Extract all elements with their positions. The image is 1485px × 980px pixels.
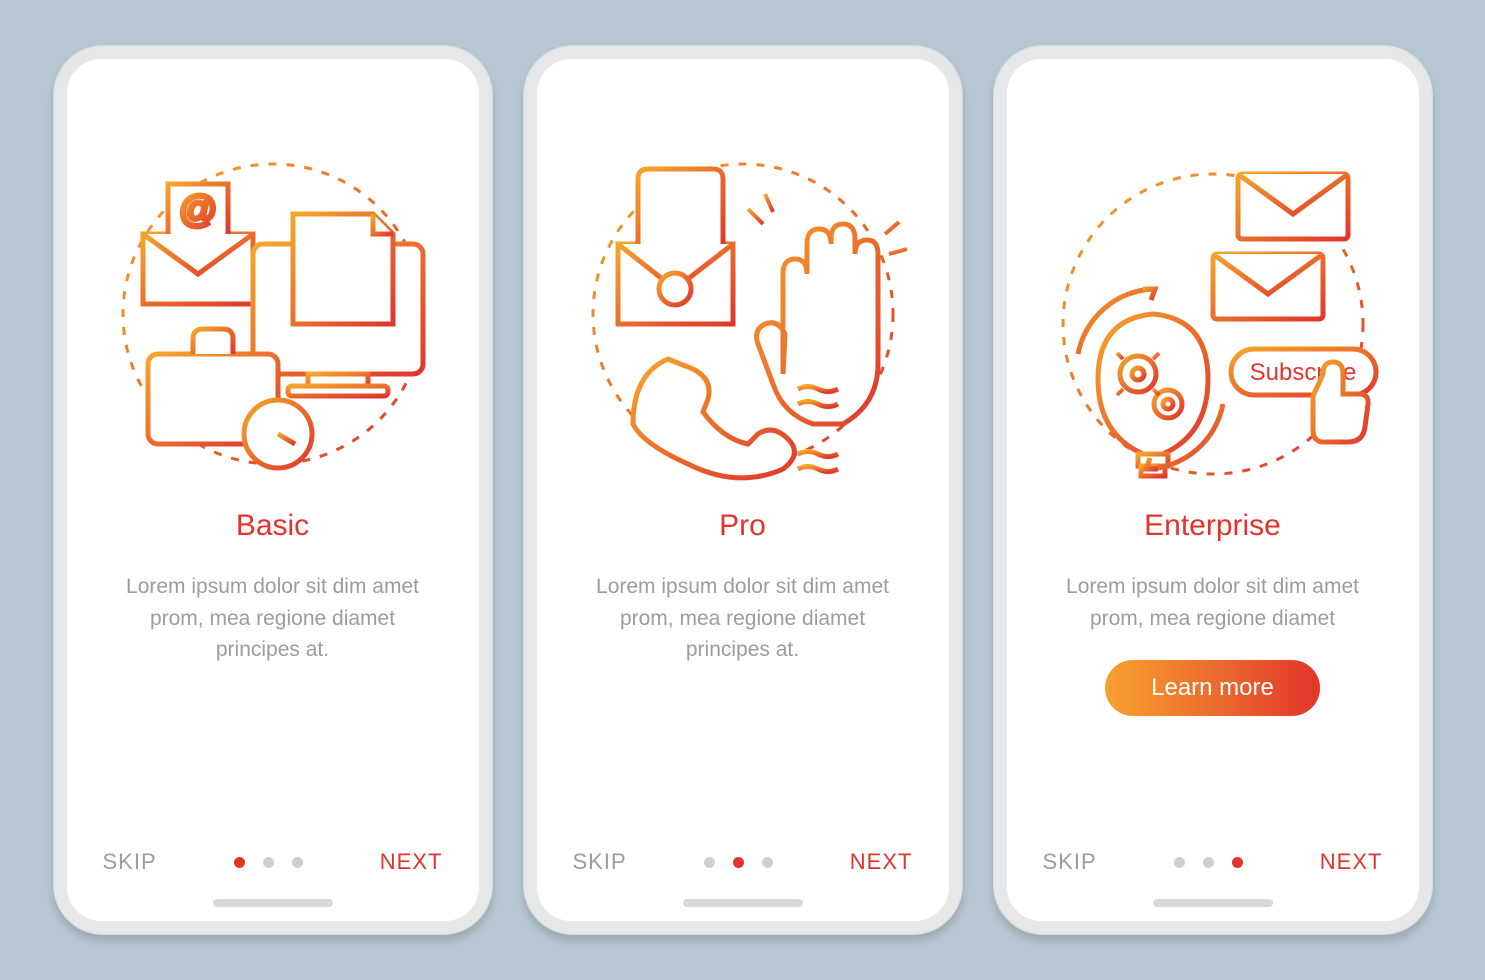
plan-title: Pro: [719, 509, 766, 543]
pro-illustration: [573, 139, 913, 489]
enterprise-illustration: Subscribe: [1043, 139, 1383, 489]
onboarding-phone-enterprise: Subscribe Enterprise Lorem ipsum dolor s…: [993, 45, 1433, 935]
next-button[interactable]: NEXT: [380, 849, 443, 875]
dot-3[interactable]: [292, 857, 303, 868]
dot-2[interactable]: [263, 857, 274, 868]
home-indicator: [213, 899, 333, 907]
dot-1[interactable]: [704, 857, 715, 868]
dot-3[interactable]: [1232, 857, 1243, 868]
dot-3[interactable]: [762, 857, 773, 868]
dot-2[interactable]: [733, 857, 744, 868]
next-button[interactable]: NEXT: [1320, 849, 1383, 875]
footer-nav: SKIP NEXT: [67, 849, 479, 875]
page-dots: [704, 857, 773, 868]
plan-desc: Lorem ipsum dolor sit dim amet prom, mea…: [583, 571, 903, 666]
skip-button[interactable]: SKIP: [1043, 849, 1097, 875]
page-dots: [234, 857, 303, 868]
home-indicator: [1153, 899, 1273, 907]
plan-title: Enterprise: [1144, 509, 1281, 543]
onboarding-phone-pro: Pro Lorem ipsum dolor sit dim amet prom,…: [523, 45, 963, 935]
skip-button[interactable]: SKIP: [573, 849, 627, 875]
svg-text:@: @: [178, 189, 217, 231]
next-button[interactable]: NEXT: [850, 849, 913, 875]
dot-1[interactable]: [234, 857, 245, 868]
skip-button[interactable]: SKIP: [103, 849, 157, 875]
plan-desc: Lorem ipsum dolor sit dim amet prom, mea…: [1053, 571, 1373, 634]
dot-2[interactable]: [1203, 857, 1214, 868]
footer-nav: SKIP NEXT: [537, 849, 949, 875]
plan-desc: Lorem ipsum dolor sit dim amet prom, mea…: [113, 571, 433, 666]
basic-illustration: @: [103, 139, 443, 489]
learn-more-button[interactable]: Learn more: [1105, 660, 1320, 716]
screen: Pro Lorem ipsum dolor sit dim amet prom,…: [537, 59, 949, 921]
screen: Subscribe Enterprise Lorem ipsum dolor s…: [1007, 59, 1419, 921]
home-indicator: [683, 899, 803, 907]
onboarding-phone-basic: @: [53, 45, 493, 935]
screen: @: [67, 59, 479, 921]
dot-1[interactable]: [1174, 857, 1185, 868]
plan-title: Basic: [236, 509, 309, 543]
footer-nav: SKIP NEXT: [1007, 849, 1419, 875]
page-dots: [1174, 857, 1243, 868]
